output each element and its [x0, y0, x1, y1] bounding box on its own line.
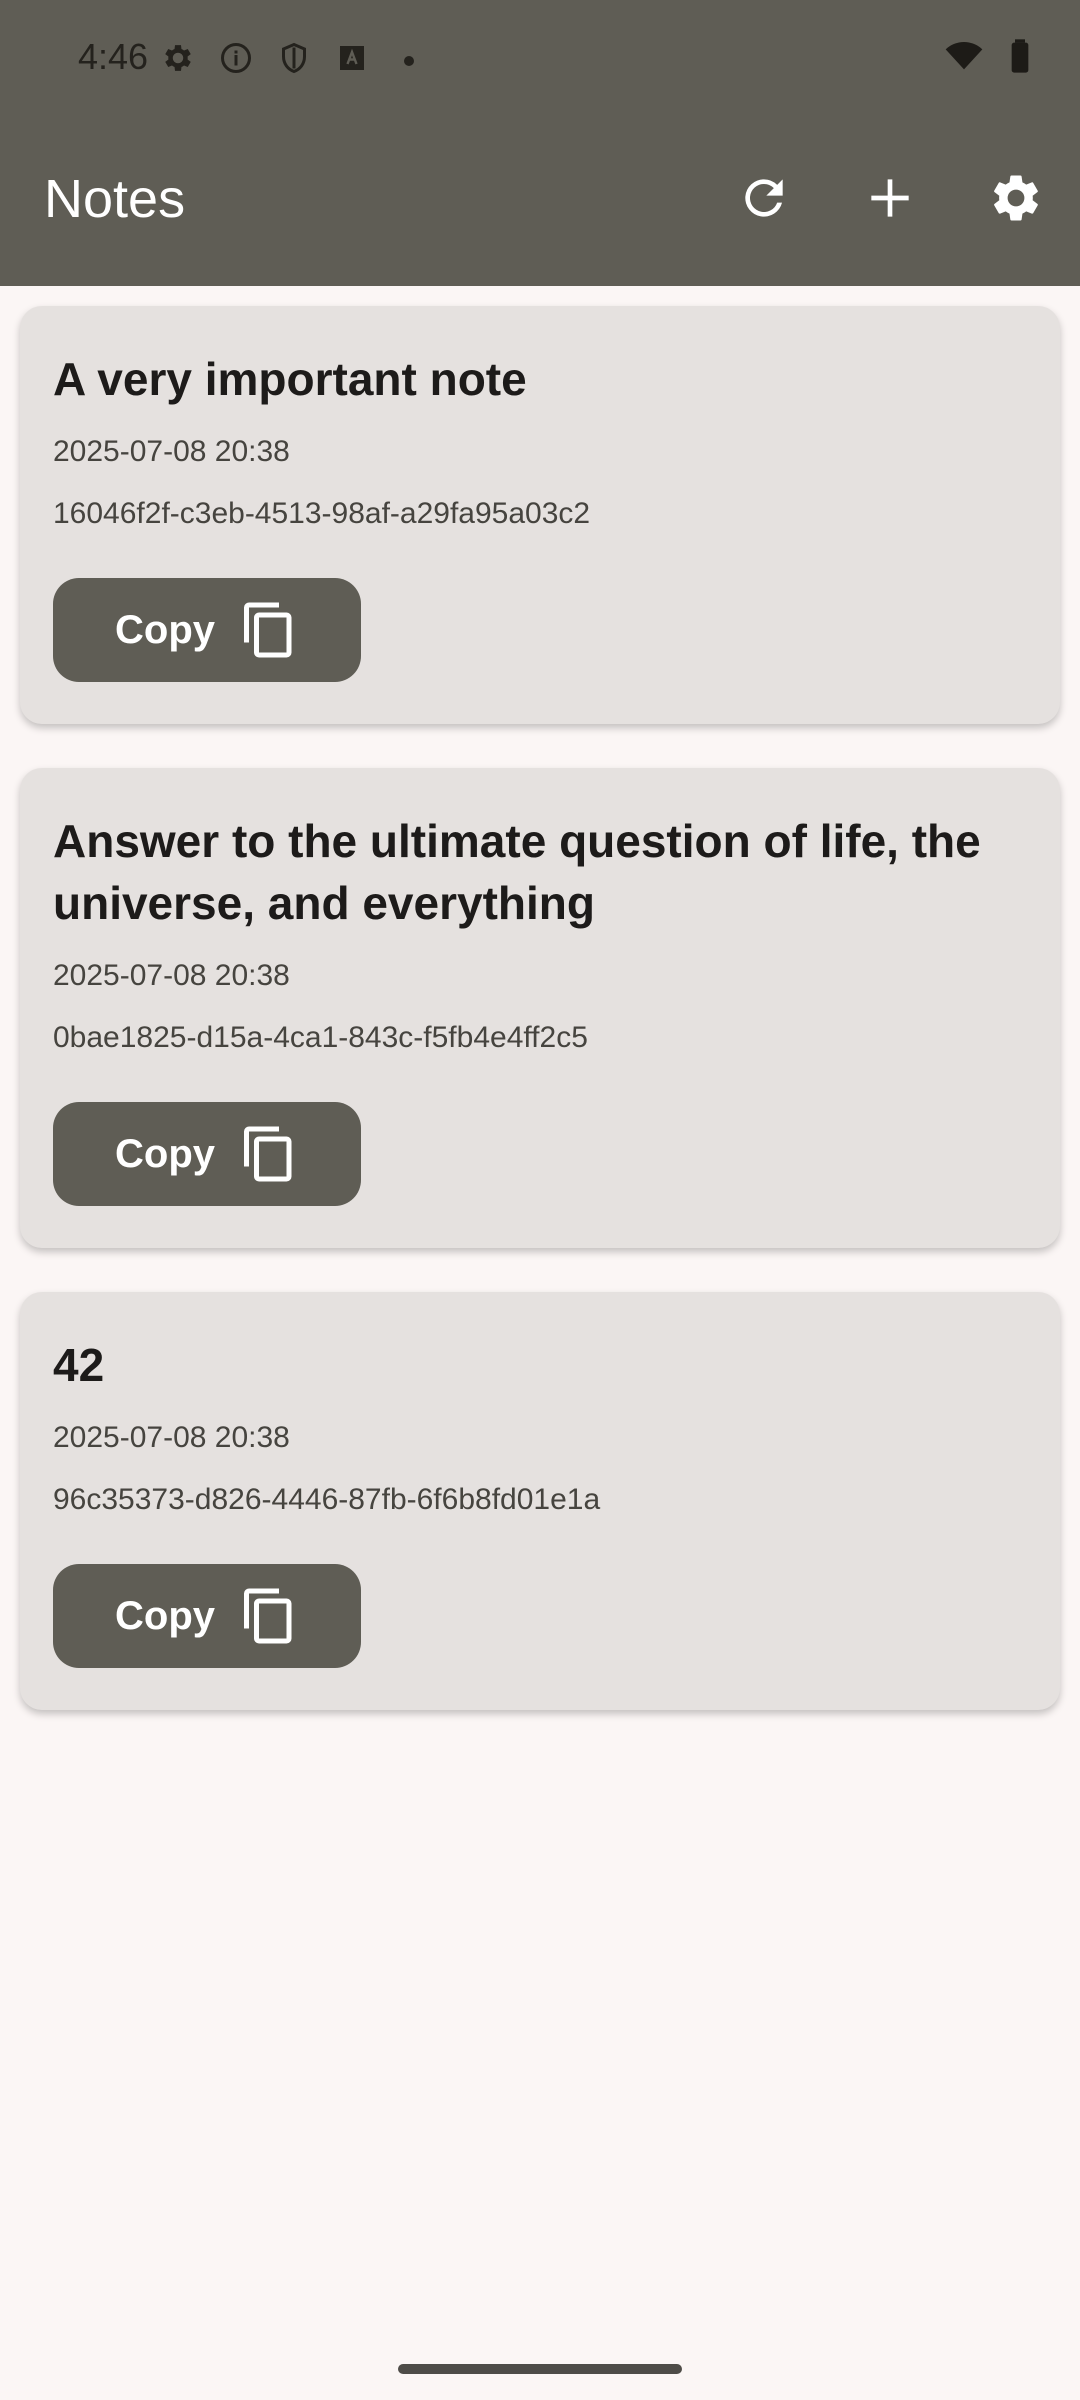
- note-card[interactable]: 42 2025-07-08 20:38 96c35373-d826-4446-8…: [20, 1292, 1060, 1710]
- note-title: A very important note: [53, 353, 527, 405]
- battery-icon: [1000, 36, 1040, 81]
- note-date: 2025-07-08 20:38: [53, 435, 290, 468]
- copy-button[interactable]: Copy: [53, 1564, 361, 1668]
- app-bar: Notes: [0, 120, 1080, 286]
- copy-button[interactable]: Copy: [53, 1102, 361, 1206]
- note-id: 16046f2f-c3eb-4513-98af-a29fa95a03c2: [53, 497, 591, 530]
- copy-button-label: Copy: [115, 1593, 215, 1638]
- app-title: Notes: [44, 169, 186, 229]
- info-icon: [218, 40, 254, 81]
- add-note-button[interactable]: [852, 160, 928, 236]
- copy-button[interactable]: Copy: [53, 578, 361, 682]
- note-id: 0bae1825-d15a-4ca1-843c-f5fb4e4ff2c5: [53, 1021, 588, 1054]
- note-title: Answer to the ultimate question of life,…: [53, 815, 981, 929]
- notification-dot: [404, 55, 414, 66]
- copy-icon: [244, 602, 292, 658]
- note-id: 96c35373-d826-4446-87fb-6f6b8fd01e1a: [53, 1483, 601, 1516]
- copy-icon: [244, 1588, 292, 1644]
- status-icons-right: [944, 36, 1040, 81]
- status-time: 4:46: [78, 36, 149, 77]
- wifi-icon: [944, 36, 984, 81]
- gear-icon: [160, 40, 196, 81]
- note-card[interactable]: A very important note 2025-07-08 20:38 1…: [20, 306, 1060, 724]
- status-icons-left: [160, 40, 414, 81]
- app-actions: [726, 160, 1054, 236]
- notes-list: A very important note 2025-07-08 20:38 1…: [20, 306, 1060, 1754]
- status-bar: 4:46: [0, 0, 1080, 120]
- settings-button[interactable]: [978, 160, 1054, 236]
- shield-icon: [276, 40, 312, 81]
- refresh-button[interactable]: [726, 160, 802, 236]
- note-date: 2025-07-08 20:38: [53, 1421, 290, 1454]
- note-card[interactable]: Answer to the ultimate question of life,…: [20, 768, 1060, 1248]
- settings-icon: [994, 175, 1038, 221]
- note-title: 42: [53, 1339, 105, 1391]
- text-a-icon: [334, 40, 370, 81]
- add-icon: [871, 179, 909, 217]
- refresh-icon: [745, 179, 783, 217]
- copy-button-label: Copy: [115, 1131, 215, 1176]
- copy-icon: [244, 1126, 292, 1182]
- copy-button-label: Copy: [115, 607, 215, 652]
- note-date: 2025-07-08 20:38: [53, 959, 290, 992]
- home-indicator[interactable]: [398, 2364, 682, 2374]
